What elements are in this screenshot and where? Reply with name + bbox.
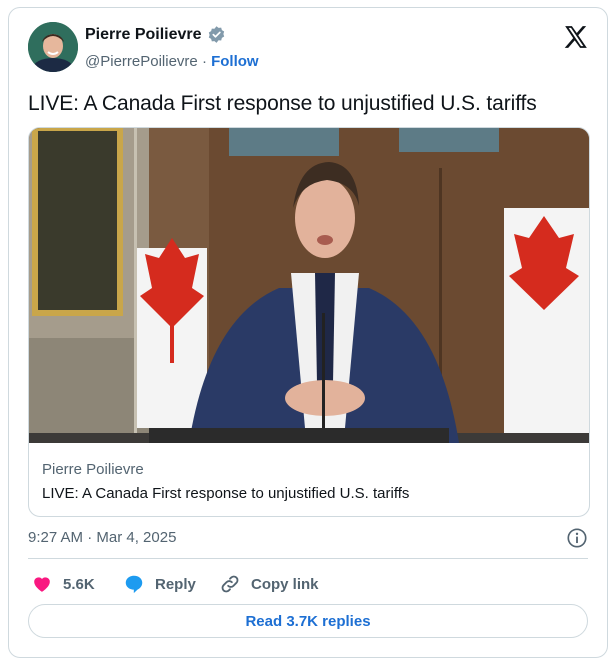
follow-button[interactable]: Follow bbox=[211, 53, 259, 70]
author-handle[interactable]: @PierrePoilievre bbox=[85, 53, 198, 70]
tweet-card: Pierre Poilievre @PierrePoilievre · Foll… bbox=[8, 7, 608, 658]
copy-link-button[interactable]: Copy link bbox=[219, 573, 319, 595]
tweet-text: LIVE: A Canada First response to unjusti… bbox=[28, 92, 537, 115]
heart-icon bbox=[34, 577, 50, 592]
author-handle-row: @PierrePoilievre · Follow bbox=[85, 53, 259, 70]
read-replies-label: Read 3.7K replies bbox=[245, 612, 371, 630]
reply-button[interactable]: Reply bbox=[123, 573, 196, 595]
author-name[interactable]: Pierre Poilievre bbox=[85, 26, 202, 44]
link-icon bbox=[221, 575, 239, 593]
divider bbox=[28, 558, 588, 559]
video-card-source: Pierre Poilievre bbox=[42, 461, 144, 478]
author-name-row: Pierre Poilievre bbox=[85, 25, 226, 44]
video-card[interactable]: Pierre Poilievre LIVE: A Canada First re… bbox=[28, 127, 590, 517]
video-card-title: LIVE: A Canada First response to unjusti… bbox=[42, 485, 410, 502]
reply-label: Reply bbox=[155, 575, 196, 593]
author-avatar[interactable] bbox=[28, 22, 78, 72]
copy-link-label: Copy link bbox=[251, 575, 319, 593]
info-icon[interactable] bbox=[566, 527, 588, 549]
avatar-photo bbox=[28, 22, 78, 72]
reply-bubble-icon bbox=[125, 575, 143, 594]
handle-separator: · bbox=[201, 53, 207, 70]
like-button[interactable]: 5.6K bbox=[31, 573, 95, 595]
read-replies-button[interactable]: Read 3.7K replies bbox=[28, 604, 588, 638]
tweet-timestamp[interactable]: 9:27 AM · Mar 4, 2025 bbox=[28, 529, 176, 546]
x-logo-icon[interactable] bbox=[563, 24, 589, 50]
video-thumbnail[interactable] bbox=[29, 128, 590, 443]
verified-badge-icon bbox=[208, 26, 224, 43]
like-count: 5.6K bbox=[63, 575, 95, 593]
